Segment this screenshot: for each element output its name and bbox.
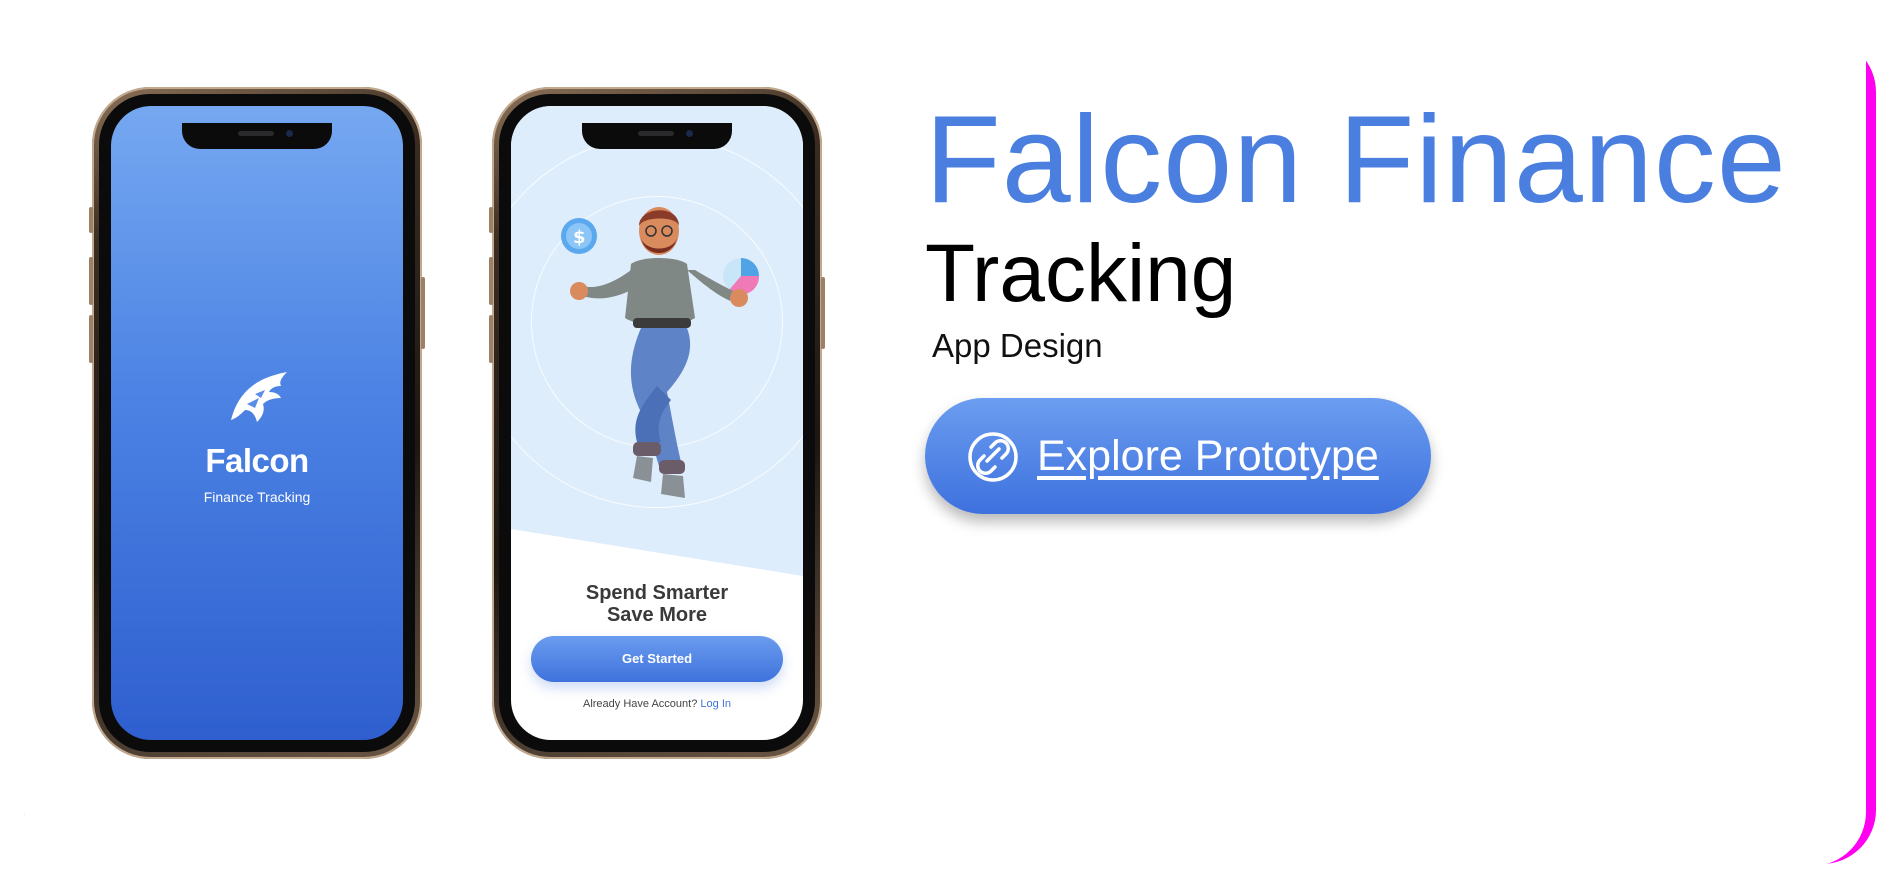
phone-side-button	[421, 277, 425, 349]
phone-side-button	[89, 257, 93, 305]
splash-title: Falcon	[205, 442, 309, 479]
hero-tagline: App Design	[932, 327, 1103, 364]
camera-icon	[686, 130, 693, 137]
camera-icon	[286, 130, 293, 137]
falcon-logo-icon	[231, 372, 287, 422]
login-link[interactable]: Log In	[700, 698, 731, 710]
phone-notch	[182, 123, 332, 149]
login-prompt: Already Have Account? Log In	[511, 698, 803, 710]
character-illustration: $	[561, 207, 760, 498]
splash-subtitle: Finance Tracking	[203, 489, 311, 505]
link-icon	[968, 432, 1018, 482]
phone-side-button	[821, 277, 825, 349]
phone-notch	[582, 123, 732, 149]
explore-prototype-label[interactable]: Explore Prototype	[1037, 428, 1379, 484]
phone-side-button	[489, 257, 493, 305]
phone-side-button	[89, 207, 93, 233]
hero-title: Falcon Finance	[925, 91, 1787, 229]
headline-line-1: Spend Smarter	[585, 582, 729, 604]
hero-subtitle: Tracking	[925, 228, 1237, 319]
explore-prototype-button[interactable]: Explore Prototype	[925, 398, 1431, 514]
get-started-button[interactable]: Get Started	[531, 636, 783, 682]
svg-text:$: $	[573, 227, 586, 248]
speaker-icon	[638, 131, 674, 136]
login-prompt-text: Already Have Account?	[582, 698, 698, 710]
phone-side-button	[489, 315, 493, 363]
onboarding-screen: $ Spend Smarter Save More Get Started Al…	[511, 106, 803, 740]
phone-splash: Falcon Finance Tracking	[89, 87, 425, 759]
phone-side-button	[489, 207, 493, 233]
speaker-icon	[238, 131, 274, 136]
splash-screen: Falcon Finance Tracking	[111, 106, 403, 740]
page-background	[0, 0, 1885, 38]
onboarding-headline: Spend Smarter Save More	[511, 582, 803, 626]
phone-side-button	[89, 315, 93, 363]
headline-line-2: Save More	[606, 604, 708, 626]
phone-onboarding: $ Spend Smarter Save More Get Started Al…	[489, 87, 825, 759]
